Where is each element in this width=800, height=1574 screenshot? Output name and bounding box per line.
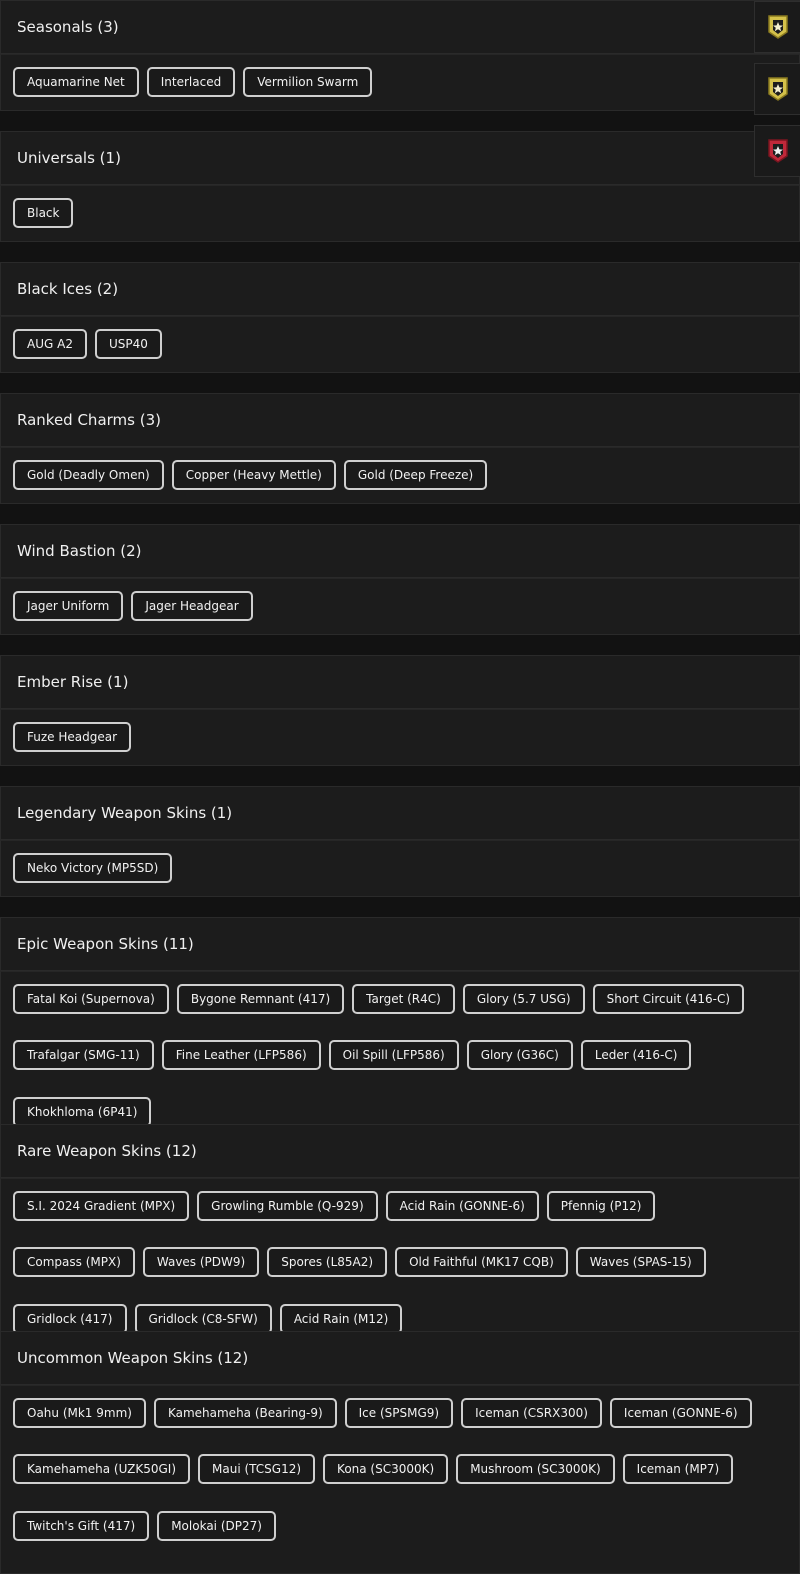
section-seasonals: Seasonals (3) Aquamarine Net Interlaced Ver…: [0, 0, 800, 111]
item-tag[interactable]: Iceman (MP7): [622, 1454, 734, 1485]
section-title: Seasonals (3): [0, 0, 800, 54]
section-items: Neko Victory (MP5SD): [0, 840, 800, 897]
section-title: Uncommon Weapon Skins (12): [0, 1331, 800, 1385]
item-tag[interactable]: Glory (G36C): [466, 1040, 573, 1071]
section-ranked-charms: Ranked Charms (3) Gold (Deadly Omen) Coppe…: [0, 393, 800, 504]
item-tag[interactable]: Gold (Deadly Omen): [13, 460, 164, 490]
section-items: Oahu (Mk1 9mm) Kamehameha (Bearing-9) Ice …: [0, 1385, 800, 1574]
section-title: Legendary Weapon Skins (1): [0, 786, 800, 840]
item-tag[interactable]: Mushroom (SC3000K): [456, 1454, 615, 1485]
item-tag[interactable]: Trafalgar (SMG-11): [13, 1040, 154, 1071]
section-title: Epic Weapon Skins (11): [0, 917, 800, 971]
item-tag[interactable]: Iceman (GONNE-6): [609, 1398, 752, 1428]
section-items: AUG A2 USP40: [0, 316, 800, 373]
section-title: Wind Bastion (2): [0, 524, 800, 578]
item-tag[interactable]: Gridlock (417): [13, 1303, 127, 1334]
item-tag[interactable]: Pfennig (P12): [546, 1191, 656, 1221]
section-items: Jager Uniform Jager Headgear: [0, 578, 800, 635]
item-tag[interactable]: Copper (Heavy Mettle): [171, 460, 336, 490]
item-tag[interactable]: Waves (PDW9): [142, 1247, 260, 1278]
item-tag[interactable]: AUG A2: [13, 329, 87, 359]
item-tag[interactable]: Leder (416-C): [580, 1040, 692, 1071]
section-items: Aquamarine Net Interlaced Vermilion Swarm: [0, 54, 800, 111]
item-tag[interactable]: Ice (SPSMG9): [344, 1398, 454, 1428]
item-tag[interactable]: Short Circuit (416-C): [592, 984, 745, 1014]
item-tag[interactable]: Black: [13, 198, 74, 228]
item-tag[interactable]: Gold (Deep Freeze): [343, 460, 488, 490]
item-tag[interactable]: Old Faithful (MK17 CQB): [395, 1247, 568, 1278]
item-tag[interactable]: Iceman (CSRX300): [461, 1398, 602, 1428]
section-items: Fuze Headgear: [0, 709, 800, 766]
item-tag[interactable]: Kamehameha (Bearing-9): [153, 1398, 337, 1428]
section-legendary-weapon-skins: Legendary Weapon Skins (1) Neko Victory (…: [0, 786, 800, 897]
item-tag[interactable]: Acid Rain (GONNE-6): [385, 1191, 539, 1221]
item-tag[interactable]: Jager Headgear: [131, 591, 253, 621]
item-tag[interactable]: Neko Victory (MP5SD): [13, 853, 173, 883]
item-tag[interactable]: Acid Rain (M12): [279, 1303, 403, 1334]
item-tag[interactable]: Waves (SPAS-15): [575, 1247, 706, 1278]
section-uncommon-weapon-skins: Uncommon Weapon Skins (12) Oahu (Mk1 9mm)…: [0, 1331, 800, 1574]
item-tag[interactable]: Kona (SC3000K): [323, 1454, 449, 1485]
section-black-ices: Black Ices (2) AUG A2 USP40: [0, 262, 800, 373]
item-tag[interactable]: Bygone Remnant (417): [176, 984, 345, 1014]
section-title: Ember Rise (1): [0, 655, 800, 709]
item-tag[interactable]: S.I. 2024 Gradient (MPX): [13, 1191, 190, 1221]
item-tag[interactable]: Gridlock (C8-SFW): [134, 1303, 272, 1334]
item-tag[interactable]: Growling Rumble (Q-929): [197, 1191, 378, 1221]
item-tag[interactable]: Molokai (DP27): [157, 1510, 276, 1541]
section-title: Ranked Charms (3): [0, 393, 800, 447]
item-tag[interactable]: Twitch's Gift (417): [13, 1510, 150, 1541]
section-title: Rare Weapon Skins (12): [0, 1124, 800, 1178]
item-tag[interactable]: Fuze Headgear: [13, 722, 132, 752]
red-rank-badge-icon[interactable]: [754, 125, 800, 177]
section-items: Black: [0, 185, 800, 242]
section-wind-bastion: Wind Bastion (2) Jager Uniform Jager Headg…: [0, 524, 800, 635]
item-tag[interactable]: Khokhloma (6P41): [13, 1096, 152, 1127]
item-tag[interactable]: Vermilion Swarm: [243, 67, 373, 97]
section-title: Universals (1): [0, 131, 800, 185]
item-tag[interactable]: Oil Spill (LFP586): [328, 1040, 459, 1071]
item-tag[interactable]: Target (R4C): [352, 984, 455, 1014]
item-tag[interactable]: USP40: [94, 329, 162, 359]
section-items: Gold (Deadly Omen) Copper (Heavy Mettle) G…: [0, 447, 800, 504]
item-tag[interactable]: Aquamarine Net: [13, 67, 139, 97]
item-tag[interactable]: Spores (L85A2): [267, 1247, 388, 1278]
section-universals: Universals (1) Black: [0, 131, 800, 242]
gold-rank-badge-icon[interactable]: [754, 1, 800, 53]
item-tag[interactable]: Jager Uniform: [13, 591, 124, 621]
item-tag[interactable]: Maui (TCSG12): [198, 1454, 316, 1485]
item-tag[interactable]: Kamehameha (UZK50GI): [13, 1454, 191, 1485]
item-tag[interactable]: Fatal Koi (Supernova): [13, 984, 169, 1014]
gold-rank-badge-icon[interactable]: [754, 63, 800, 115]
item-tag[interactable]: Glory (5.7 USG): [462, 984, 585, 1014]
section-title: Black Ices (2): [0, 262, 800, 316]
item-tag[interactable]: Interlaced: [146, 67, 236, 97]
item-tag[interactable]: Oahu (Mk1 9mm): [13, 1398, 146, 1428]
section-ember-rise: Ember Rise (1) Fuze Headgear: [0, 655, 800, 766]
item-tag[interactable]: Compass (MPX): [13, 1247, 135, 1278]
item-tag[interactable]: Fine Leather (LFP586): [161, 1040, 321, 1071]
